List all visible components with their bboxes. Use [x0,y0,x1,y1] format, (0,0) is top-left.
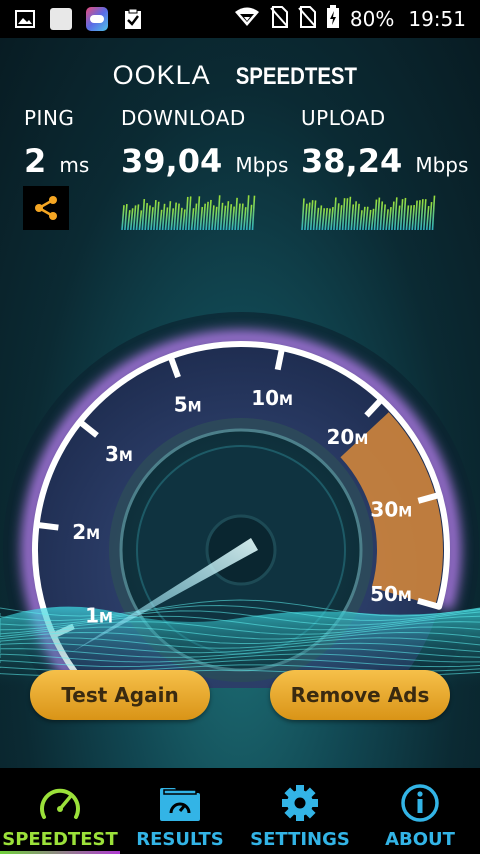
ping-value: 2 ms [24,142,89,180]
download-label: DOWNLOAD [121,106,246,130]
tab-speedtest[interactable]: SPEEDTEST [0,768,120,854]
upload-sparkline [301,195,436,230]
upload-number: 38,24 [301,142,403,180]
upload-unit: Mbps [415,153,469,177]
tab-results-label: RESULTS [136,829,224,850]
download-value: 39,04 Mbps [121,142,288,180]
status-bar: 80% 19:51 [0,0,480,38]
brand-name: OOKLA [112,60,211,90]
clock: 19:51 [408,7,466,31]
bottom-navigation: SPEEDTEST RESULTS SETTINGS ABOUT [0,768,480,854]
game-controller-icon [86,7,108,31]
wifi-icon [234,7,260,32]
blank-app-icon [50,8,72,30]
upload-label: UPLOAD [301,106,386,130]
download-number: 39,04 [121,142,223,180]
image-icon [14,8,36,30]
tab-about-label: ABOUT [385,829,455,850]
download-sparkline [121,195,256,230]
ping-unit: ms [59,153,90,177]
share-button[interactable] [23,186,69,230]
clipboard-check-icon [122,8,144,30]
app-logo: OOKLA SPEEDTEST [0,60,480,91]
no-sim-icon [298,5,316,33]
speed-gauge: 01M2M3M5M10M20M30M50M [0,312,480,688]
tab-results[interactable]: RESULTS [120,768,240,854]
remove-ads-button[interactable]: Remove Ads [270,670,450,720]
no-sim-icon [270,5,288,33]
upload-value: 38,24 Mbps [301,142,468,180]
ping-number: 2 [24,142,47,180]
share-icon [35,196,57,220]
tab-about[interactable]: ABOUT [360,768,480,854]
battery-percent: 80% [349,7,395,31]
speedtest-screen: OOKLA SPEEDTEST PING 2 ms DOWNLOAD 39,04… [0,38,480,768]
gauge-tick [36,521,59,531]
tab-settings[interactable]: SETTINGS [240,768,360,854]
test-again-button[interactable]: Test Again [30,670,210,720]
speedometer-icon [40,788,80,819]
results-folder-icon [160,788,200,821]
tab-speedtest-label: SPEEDTEST [2,829,118,850]
ping-label: PING [24,106,75,130]
tab-settings-label: SETTINGS [250,829,350,850]
battery-icon [326,4,340,34]
download-unit: Mbps [235,153,289,177]
info-icon [401,784,439,822]
gear-icon [282,785,318,821]
product-name: SPEEDTEST [235,63,357,90]
